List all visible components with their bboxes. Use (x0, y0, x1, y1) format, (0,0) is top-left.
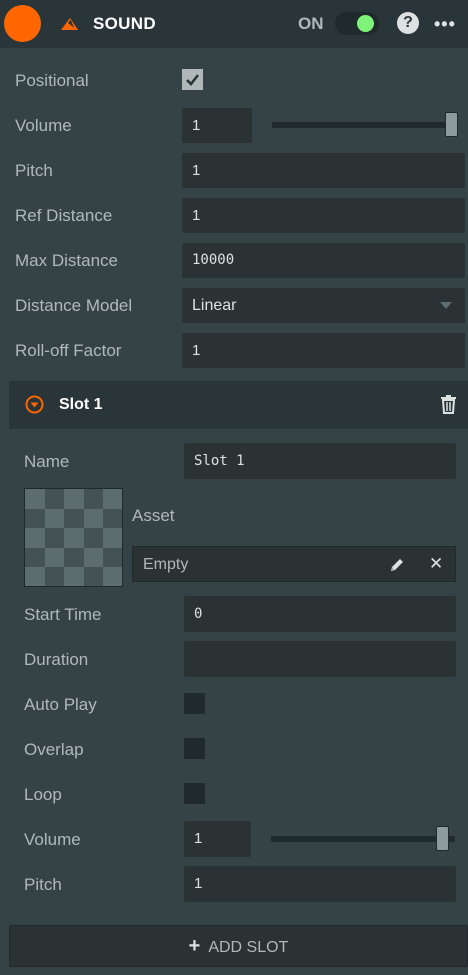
collapse-icon[interactable] (25, 395, 44, 414)
positional-label: Positional (15, 71, 89, 90)
slot-pitch-input[interactable]: 1 (184, 866, 456, 902)
slot-header[interactable]: Slot 1 (9, 381, 468, 429)
checker-square (83, 489, 104, 509)
loop-label: Loop (24, 785, 62, 804)
distance-model-label: Distance Model (15, 296, 133, 315)
volume-input[interactable]: 1 (182, 108, 252, 143)
component-title: SOUND (93, 14, 156, 33)
auto-play-label: Auto Play (24, 695, 97, 714)
slot-volume-slider-handle[interactable] (436, 826, 449, 851)
duration-input[interactable] (184, 641, 456, 677)
component-circle-icon[interactable] (4, 5, 41, 42)
slot-title: Slot 1 (59, 396, 103, 413)
rolloff-factor-label: Roll-off Factor (15, 341, 122, 360)
slot-pitch-label: Pitch (24, 875, 62, 894)
enabled-toggle[interactable] (335, 12, 379, 35)
positional-checkbox[interactable] (182, 69, 203, 90)
clear-asset-icon[interactable]: ✕ (429, 555, 443, 572)
auto-play-checkbox[interactable] (184, 693, 205, 714)
add-slot-label: ADD SLOT (208, 939, 289, 956)
slot-name-input[interactable]: Slot 1 (184, 443, 456, 479)
asset-value: Empty (143, 556, 189, 573)
checker-square (103, 508, 122, 529)
help-icon[interactable]: ? (397, 12, 419, 34)
rolloff-factor-input[interactable]: 1 (182, 333, 465, 368)
checker-square (83, 567, 104, 586)
enabled-label: ON (298, 14, 324, 33)
asset-picker[interactable]: Empty ✕ (132, 546, 456, 582)
slot-name-label: Name (24, 452, 70, 471)
distance-model-select[interactable]: Linear (182, 288, 465, 323)
checker-square (64, 508, 84, 529)
checker-square (44, 528, 65, 548)
volume-slider-handle[interactable] (445, 112, 458, 137)
toggle-knob (357, 15, 374, 32)
start-time-input[interactable]: 0 (184, 596, 456, 632)
ref-distance-label: Ref Distance (15, 206, 113, 225)
checker-square (44, 489, 65, 509)
checker-square (25, 547, 45, 568)
slot-volume-slider-track[interactable] (271, 836, 455, 842)
loop-checkbox[interactable] (184, 783, 205, 804)
component-header: SOUND ON ? ••• (0, 0, 468, 48)
checker-square (25, 508, 45, 529)
slot-volume-input[interactable]: 1 (184, 821, 251, 857)
pitch-input[interactable]: 1 (182, 153, 465, 188)
checker-square (64, 547, 84, 568)
plus-icon: + (188, 935, 201, 957)
overlap-label: Overlap (24, 740, 84, 759)
volume-label: Volume (15, 116, 72, 135)
ref-distance-input[interactable]: 1 (182, 198, 465, 233)
start-time-label: Start Time (24, 605, 102, 624)
max-distance-input[interactable]: 10000 (182, 243, 465, 278)
asset-thumbnail[interactable] (24, 488, 123, 587)
duration-label: Duration (24, 650, 89, 669)
pitch-label: Pitch (15, 161, 53, 180)
asset-label: Asset (132, 506, 175, 525)
max-distance-label: Max Distance (15, 251, 118, 270)
checkmark-icon (186, 74, 200, 86)
add-slot-button[interactable]: + ADD SLOT (9, 925, 468, 967)
checker-square (103, 547, 122, 568)
slot-volume-label: Volume (24, 830, 81, 849)
trash-icon[interactable] (440, 395, 457, 414)
more-options-icon[interactable]: ••• (434, 14, 456, 35)
checker-square (83, 528, 104, 548)
chevron-down-icon (440, 302, 452, 309)
distance-model-value: Linear (192, 297, 237, 314)
edit-icon[interactable] (389, 557, 405, 573)
overlap-checkbox[interactable] (184, 738, 205, 759)
checker-square (44, 567, 65, 586)
volume-slider-track[interactable] (272, 122, 458, 128)
sound-icon (61, 18, 78, 30)
